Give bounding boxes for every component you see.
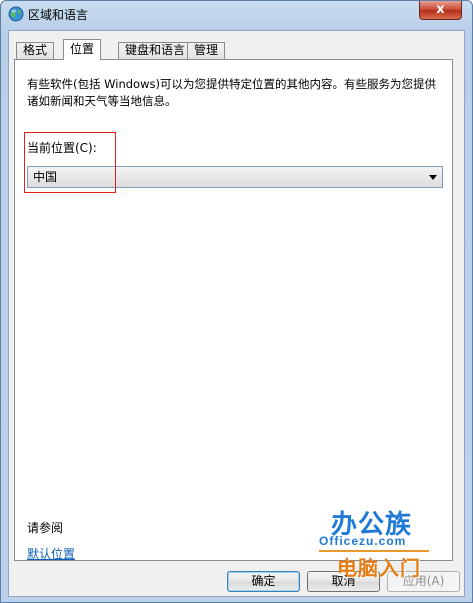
tab-keyboards-languages[interactable]: 键盘和语言 bbox=[118, 42, 193, 59]
default-location-link[interactable]: 默认位置 bbox=[27, 545, 75, 562]
apply-button[interactable]: 应用(A) bbox=[387, 571, 460, 592]
location-description: 有些软件(包括 Windows)可以为您提供特定位置的其他内容。有些服务为您提供… bbox=[27, 77, 436, 108]
tab-administrative[interactable]: 管理 bbox=[187, 42, 226, 59]
see-also-heading: 请参阅 bbox=[27, 521, 64, 535]
close-icon: x bbox=[436, 2, 445, 17]
ok-button[interactable]: 确定 bbox=[227, 571, 300, 592]
chevron-down-icon[interactable] bbox=[429, 175, 437, 180]
dialog-client-area: 格式 位置 键盘和语言 管理 有些软件(包括 Windows)可以为您提供特定位… bbox=[8, 30, 465, 597]
tab-format[interactable]: 格式 bbox=[16, 42, 55, 59]
tab-location[interactable]: 位置 bbox=[63, 39, 102, 60]
window-title: 区域和语言 bbox=[28, 8, 89, 22]
cancel-button[interactable]: 取消 bbox=[307, 571, 380, 592]
highlight-annotation bbox=[24, 132, 116, 193]
title-bar[interactable]: 区域和语言 x bbox=[1, 1, 472, 29]
globe-icon bbox=[8, 6, 24, 22]
dialog-window: 区域和语言 x 格式 位置 键盘和语言 管理 有些软件(包括 Windows)可… bbox=[0, 0, 473, 603]
location-panel: 有些软件(包括 Windows)可以为您提供特定位置的其他内容。有些服务为您提供… bbox=[14, 59, 453, 561]
close-button[interactable]: x bbox=[419, 1, 462, 20]
button-row: 确定 取消 应用(A) bbox=[9, 571, 466, 593]
